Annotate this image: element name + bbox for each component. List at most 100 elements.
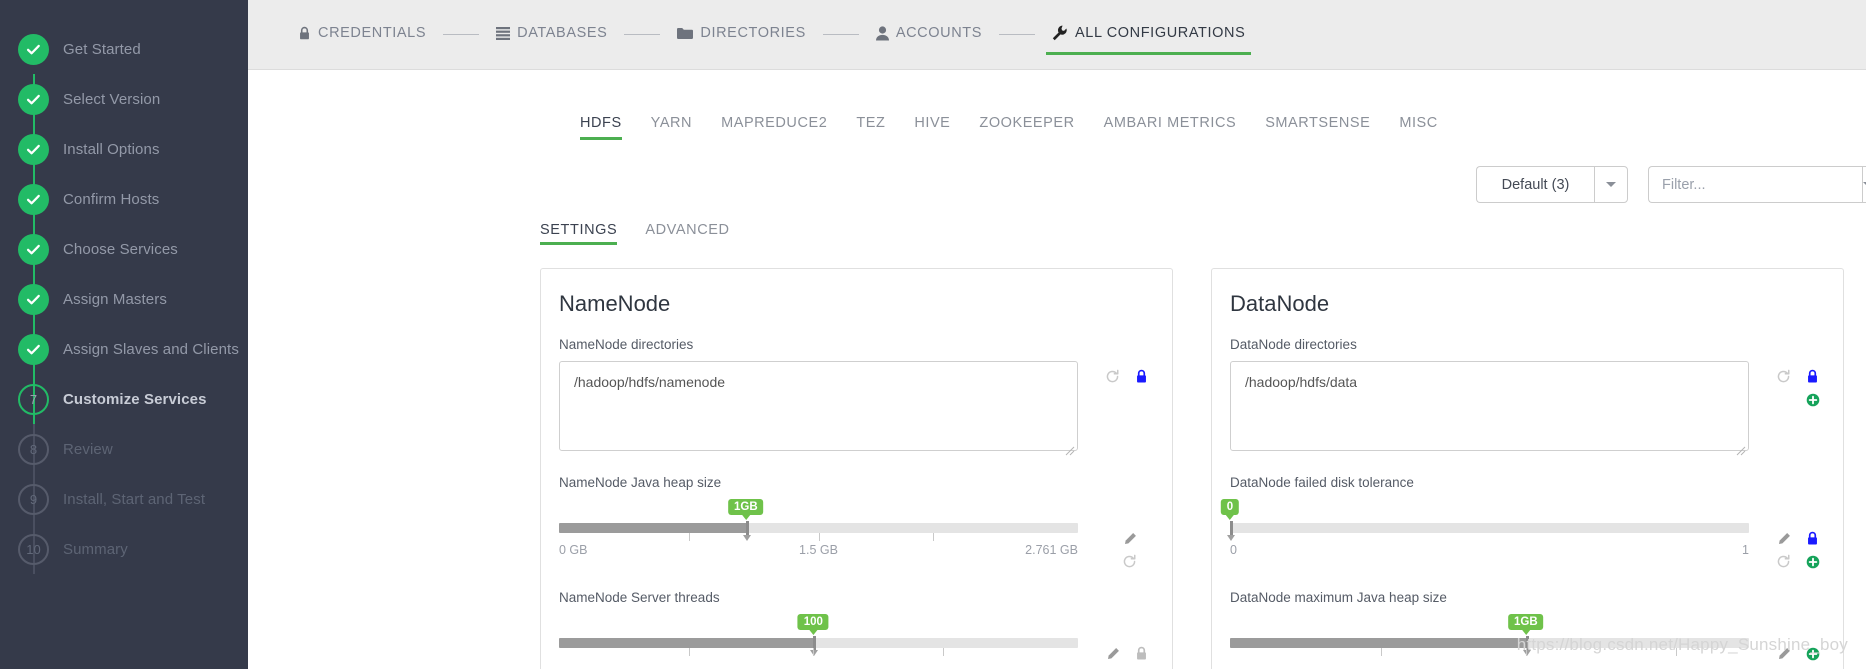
slider-tick (688, 648, 690, 656)
sidebar-step-review[interactable]: 8 Review (0, 424, 248, 524)
field-namenode-directories: NameNode directories (559, 337, 1150, 456)
config-panels: NameNode NameNode directories NameNode Jav… (248, 268, 1866, 669)
slider-ticks (1230, 648, 1749, 656)
database-icon (496, 26, 511, 40)
config-group-label[interactable]: Default (3) (1476, 166, 1594, 203)
sidebar-step-customize-services[interactable]: 7 Customize Services (0, 374, 248, 474)
service-tab-smartsense[interactable]: SMARTSENSE (1265, 115, 1370, 140)
breadcrumb-separator (999, 34, 1036, 35)
namenode-directories-textarea[interactable] (559, 361, 1078, 451)
slider-track[interactable] (1230, 636, 1749, 656)
datanode-failed-disk-tolerance-slider[interactable]: 001 (1220, 499, 1749, 561)
lock-icon[interactable] (1804, 367, 1821, 386)
step-badge: 10 (18, 533, 49, 565)
service-tab-zookeeper[interactable]: ZOOKEEPER (979, 115, 1074, 140)
unlock-icon[interactable] (1133, 644, 1150, 663)
datanode-failed-disk-tolerance-right-actions (1804, 529, 1821, 571)
check-icon (26, 144, 40, 154)
namenode-directories-right-actions (1133, 367, 1150, 386)
sidebar-step-summary[interactable]: 10 Summary (0, 524, 248, 574)
filter-input[interactable] (1648, 166, 1862, 203)
slider-max-label: 2.761 GB (1025, 543, 1078, 557)
config-breadcrumb-bar: CREDENTIALS DATABASES DIRECTORIES ACCOUNTS A… (248, 0, 1866, 70)
service-tab-hdfs[interactable]: HDFS (580, 115, 622, 140)
sidebar-step-get-started[interactable]: Get Started (0, 24, 248, 124)
edit-icon[interactable] (1104, 644, 1121, 663)
service-tab-yarn[interactable]: YARN (651, 115, 692, 140)
lock-icon[interactable] (1804, 529, 1821, 548)
lock-icon[interactable] (1133, 367, 1150, 386)
datanode-maximum-java-heap-size-left-actions (1775, 644, 1792, 669)
slider-min-label: 0 GB (559, 543, 588, 557)
step-badge: 7 (18, 383, 49, 415)
field-label: NameNode Server threads (559, 590, 720, 605)
subtab-advanced[interactable]: ADVANCED (645, 222, 729, 245)
step-label: Select Version (63, 90, 161, 108)
namenode-server-threads-right-actions (1133, 644, 1150, 669)
filter-caret-button[interactable] (1862, 166, 1866, 203)
config-group-dropdown[interactable]: Default (3) (1476, 166, 1628, 203)
slider-track[interactable] (559, 521, 1078, 541)
breadcrumb-item-all-configurations[interactable]: ALL CONFIGURATIONS (1046, 25, 1252, 55)
service-tab-hive[interactable]: HIVE (914, 115, 950, 140)
config-group-caret-button[interactable] (1594, 166, 1628, 203)
sidebar-step-assign-slaves-and-clients[interactable]: Assign Slaves and Clients (0, 324, 248, 424)
field-namenode-java-heap-size: NameNode Java heap size 1GB 0 GB 1.5 GB 2.76… (559, 475, 1150, 571)
sidebar-step-confirm-hosts[interactable]: Confirm Hosts (0, 174, 248, 274)
service-tab-misc[interactable]: MISC (1399, 115, 1437, 140)
slider-track[interactable] (559, 636, 1078, 656)
breadcrumb-item-accounts[interactable]: ACCOUNTS (875, 25, 982, 44)
add-override-icon[interactable] (1804, 644, 1821, 663)
slider-value-tooltip: 1GB (1508, 614, 1544, 635)
field-label: DataNode directories (1230, 337, 1357, 352)
slider-labels (1230, 658, 1749, 669)
edit-icon[interactable] (1121, 529, 1138, 548)
step-label: Confirm Hosts (63, 190, 160, 208)
revert-icon[interactable] (1775, 367, 1792, 386)
add-override-icon[interactable] (1804, 390, 1821, 409)
edit-icon[interactable] (1775, 644, 1792, 663)
step-label: Customize Services (63, 390, 207, 408)
revert-icon[interactable] (1121, 552, 1138, 571)
service-tab-list: HDFS YARN MAPREDUCE2 TEZ HIVE ZOOKEEPER AMBARI… (248, 88, 1866, 140)
property-filter[interactable] (1648, 166, 1866, 203)
step-badge: 8 (18, 433, 49, 465)
sidebar-step-select-version[interactable]: Select Version (0, 74, 248, 174)
revert-icon[interactable] (1775, 552, 1792, 571)
service-tab-ambari-metrics[interactable]: AMBARI METRICS (1104, 115, 1237, 140)
slider-track[interactable] (1227, 521, 1749, 541)
service-tab-mapreduce2[interactable]: MAPREDUCE2 (721, 115, 827, 140)
namenode-directories-left-actions (1104, 367, 1121, 386)
sidebar-step-install-options[interactable]: Install Options (0, 124, 248, 224)
lock-icon (298, 26, 311, 41)
sidebar-step-choose-services[interactable]: Choose Services (0, 224, 248, 324)
field-datanode-failed-disk-tolerance: DataNode failed disk tolerance 0 0 1 (1220, 475, 1821, 571)
step-badge (18, 33, 49, 65)
datanode-directories-textarea[interactable] (1230, 361, 1749, 451)
step-badge (18, 83, 49, 115)
datanode-maximum-java-heap-size-slider[interactable]: 1GB (1230, 614, 1749, 669)
slider-tick (1380, 648, 1382, 656)
slider-tick (943, 648, 945, 656)
subtab-settings[interactable]: SETTINGS (540, 222, 618, 245)
step-badge (18, 133, 49, 165)
check-icon (26, 194, 40, 204)
namenode-java-heap-size-slider[interactable]: 1GB 0 GB 1.5 GB 2.761 GB (559, 499, 1078, 561)
service-tab-tez[interactable]: TEZ (856, 115, 885, 140)
check-icon (26, 244, 40, 254)
namenode-server-threads-slider[interactable]: 100 (559, 614, 1078, 669)
slider-labels: 01 (1230, 543, 1749, 561)
breadcrumb-item-directories[interactable]: DIRECTORIES (677, 25, 805, 44)
breadcrumb-separator (443, 34, 480, 35)
check-icon (26, 344, 40, 354)
sidebar-step-install-start-and-test[interactable]: 9 Install, Start and Test (0, 474, 248, 574)
slider-labels (559, 658, 1078, 669)
revert-icon[interactable] (1104, 367, 1121, 386)
breadcrumb-item-databases[interactable]: DATABASES (496, 25, 607, 44)
sidebar-step-assign-masters[interactable]: Assign Masters (0, 274, 248, 374)
step-label: Choose Services (63, 240, 178, 258)
step-label: Summary (63, 540, 128, 558)
breadcrumb-item-credentials[interactable]: CREDENTIALS (298, 25, 426, 44)
edit-icon[interactable] (1775, 529, 1792, 548)
add-override-icon[interactable] (1804, 552, 1821, 571)
